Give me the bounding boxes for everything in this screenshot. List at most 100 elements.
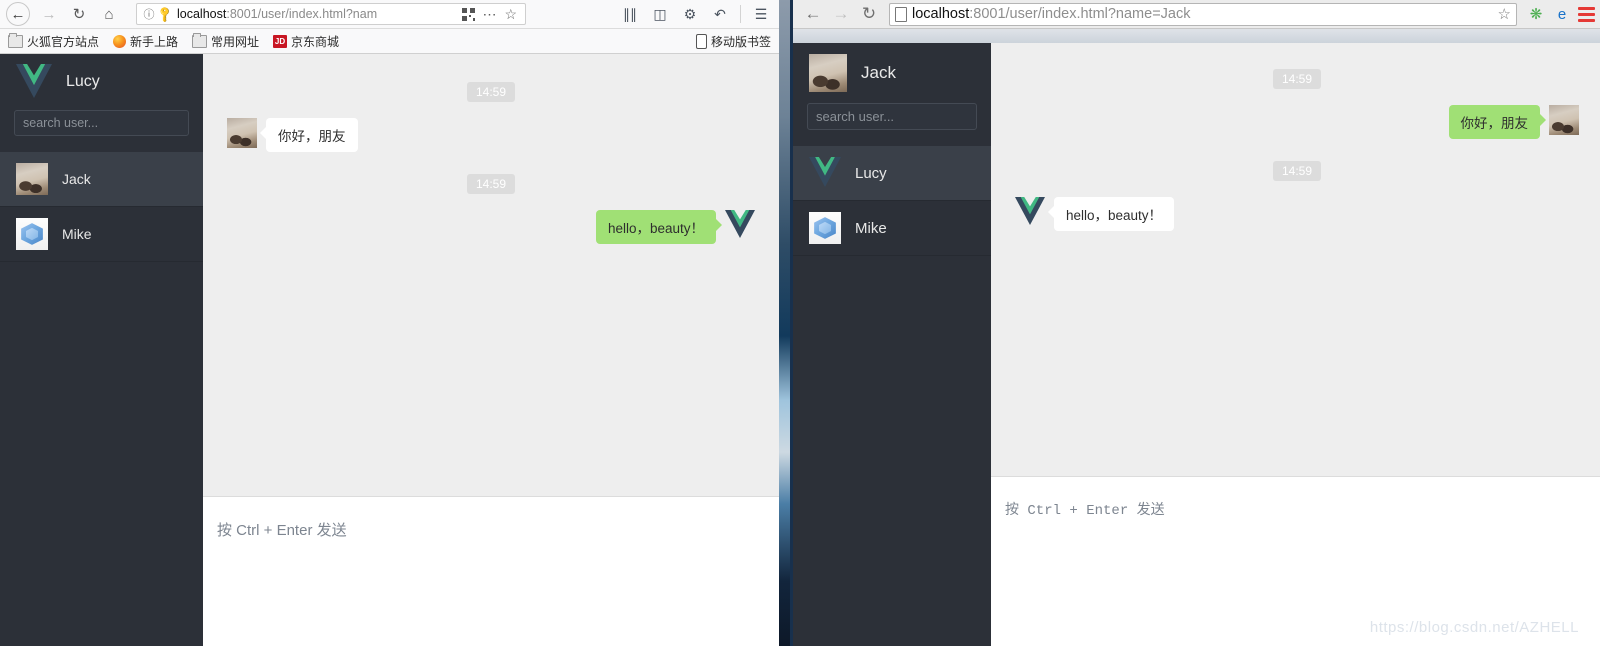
sidebar-user-name: Lucy xyxy=(66,73,100,90)
search-input[interactable] xyxy=(14,110,189,136)
window-chrome-strip xyxy=(793,29,1600,43)
cat-photo-avatar xyxy=(809,54,847,92)
internet-explorer-tab-icon[interactable]: e xyxy=(1549,6,1575,23)
firefox-icon xyxy=(113,34,127,48)
hamburger-menu-icon[interactable] xyxy=(1575,6,1597,22)
bookmark-label: 移动版书签 xyxy=(710,34,771,49)
message-bubble: 你好，朋友 xyxy=(260,118,358,152)
timestamp: 14:59 xyxy=(466,174,516,194)
composer-left[interactable]: 按 Ctrl + Enter 发送 xyxy=(203,496,779,646)
reload-icon[interactable]: ↻ xyxy=(855,4,883,24)
message-row: 你好，朋友 xyxy=(227,118,755,152)
timestamp-row: 14:59 xyxy=(1015,161,1579,181)
message-bubble: 你好，朋友 xyxy=(1448,105,1546,139)
bookmark-item[interactable]: 新手上路 xyxy=(113,33,178,50)
folder-icon xyxy=(192,32,208,48)
page-document-icon xyxy=(895,6,907,22)
star-icon[interactable]: ☆ xyxy=(504,6,521,23)
sidebar-user-name: Jack xyxy=(861,63,896,82)
url-host: localhost xyxy=(912,6,970,22)
browser-window-right: ← → ↻ localhost:8001/user/index.html?nam… xyxy=(790,0,1600,646)
message-row: 你好，朋友 xyxy=(1015,105,1579,139)
sidebar-right: Jack Lucy Mike xyxy=(793,43,991,646)
composer-placeholder: 按 Ctrl + Enter 发送 xyxy=(1005,503,1165,519)
contact-name: Mike xyxy=(62,226,92,242)
contact-name: Lucy xyxy=(855,164,887,182)
chat-panel-left: 14:59 你好，朋友 14:59 hello，beauty！ 按 Ctrl +… xyxy=(203,54,779,646)
firefox-window-left: ← → ↻ ⌂ ⓘ 🔑 localhost:8001/user/index.ht… xyxy=(0,0,779,646)
home-icon[interactable]: ⌂ xyxy=(94,1,124,27)
search-input[interactable] xyxy=(807,103,977,130)
timestamp-row: 14:59 xyxy=(227,174,755,194)
firefox-toolbar-right: ∥∥ ◫ ⚙ ↶ ☰ xyxy=(616,5,779,23)
bookmark-label: 火狐官方站点 xyxy=(27,34,100,49)
contact-item-mike[interactable]: Mike xyxy=(793,201,991,256)
composer-right[interactable]: 按 Ctrl + Enter 发送 xyxy=(991,476,1600,646)
bookmarks-bar: 火狐官方站点 新手上路 常用网址 JD 京东商城 移动版书签 xyxy=(0,29,779,54)
cat-photo-avatar xyxy=(1549,105,1579,135)
url-host: localhost xyxy=(177,7,227,21)
contact-name: Jack xyxy=(62,171,91,187)
sidebar-left: Lucy Jack Mike xyxy=(0,54,203,646)
contact-item-lucy[interactable]: Lucy xyxy=(793,146,991,201)
contact-item-mike[interactable]: Mike xyxy=(0,207,203,262)
green-puzzle-extension-icon[interactable]: ❋ xyxy=(1523,5,1549,23)
vue-logo-avatar xyxy=(1015,197,1045,227)
sidebar-user-header: Jack xyxy=(793,43,991,103)
undo-icon[interactable]: ↶ xyxy=(706,6,734,23)
bookmark-label: 京东商城 xyxy=(291,34,340,49)
contact-name: Mike xyxy=(855,219,887,237)
blue-cube-avatar xyxy=(809,212,841,244)
forward-arrow-icon[interactable]: → xyxy=(827,4,855,24)
hamburger-menu-icon[interactable]: ☰ xyxy=(747,6,775,23)
jd-icon: JD xyxy=(273,34,288,48)
bookmark-item[interactable]: JD 京东商城 xyxy=(273,33,339,50)
ellipsis-icon[interactable]: ⋯ xyxy=(477,6,502,23)
address-bar-url: localhost:8001/user/index.html?nam xyxy=(177,7,462,21)
blue-cube-avatar xyxy=(16,218,48,250)
screenshot-crop-icon[interactable]: ⚙ xyxy=(676,6,704,23)
search-container xyxy=(793,103,991,146)
vue-logo-avatar xyxy=(809,157,841,189)
address-bar[interactable]: ⓘ 🔑 localhost:8001/user/index.html?nam ⋯… xyxy=(136,3,526,25)
message-row: hello，beauty！ xyxy=(227,210,755,244)
vue-logo-avatar xyxy=(16,64,52,100)
message-bubble: hello，beauty！ xyxy=(1047,197,1175,231)
composer-placeholder: 按 Ctrl + Enter 发送 xyxy=(217,522,347,539)
vue-logo-avatar xyxy=(725,210,755,240)
cat-photo-avatar xyxy=(227,118,257,148)
timestamp: 14:59 xyxy=(1272,161,1322,181)
search-container xyxy=(0,110,203,152)
address-bar-url: localhost:8001/user/index.html?name=Jack xyxy=(912,6,1191,22)
message-list-right[interactable]: 14:59 你好，朋友 14:59 hello，beauty！ xyxy=(991,43,1600,476)
message-list-left[interactable]: 14:59 你好，朋友 14:59 hello，beauty！ xyxy=(203,54,779,496)
address-bar[interactable]: localhost:8001/user/index.html?name=Jack… xyxy=(889,2,1517,26)
right-navigation-toolbar: ← → ↻ localhost:8001/user/index.html?nam… xyxy=(793,0,1600,29)
url-path: :8001/user/index.html?name=Jack xyxy=(969,6,1191,22)
library-icon[interactable]: ∥∥ xyxy=(616,6,644,23)
message-bubble: hello，beauty！ xyxy=(595,210,723,244)
mobile-bookmarks-item[interactable]: 移动版书签 xyxy=(695,33,771,50)
back-arrow-icon[interactable]: ← xyxy=(799,4,827,24)
reload-icon[interactable]: ↻ xyxy=(64,1,94,27)
timestamp: 14:59 xyxy=(1272,69,1322,89)
qr-code-icon[interactable] xyxy=(462,7,476,21)
bookmark-item[interactable]: 火狐官方站点 xyxy=(8,32,100,50)
bookmark-item[interactable]: 常用网址 xyxy=(192,32,259,50)
bookmark-label: 新手上路 xyxy=(130,34,179,49)
key-icon[interactable]: 🔑 xyxy=(155,4,176,25)
forward-arrow-icon[interactable]: → xyxy=(34,1,64,27)
firefox-navigation-toolbar: ← → ↻ ⌂ ⓘ 🔑 localhost:8001/user/index.ht… xyxy=(0,0,779,29)
chat-panel-right: 14:59 你好，朋友 14:59 hello，beauty！ 按 Ctrl +… xyxy=(991,43,1600,646)
star-icon[interactable]: ☆ xyxy=(1498,5,1511,23)
sidebar-user-header: Lucy xyxy=(0,54,203,110)
back-arrow-icon[interactable]: ← xyxy=(6,2,30,26)
folder-icon xyxy=(8,32,23,48)
cat-photo-avatar xyxy=(16,163,48,195)
chat-app-right: Jack Lucy Mike xyxy=(793,43,1600,646)
chat-app-left: Lucy Jack Mike 14:59 xyxy=(0,54,779,646)
contact-item-jack[interactable]: Jack xyxy=(0,152,203,207)
address-bar-actions: ⋯ ☆ xyxy=(462,6,521,23)
toolbar-divider xyxy=(740,5,741,23)
sidebar-icon[interactable]: ◫ xyxy=(646,6,674,23)
